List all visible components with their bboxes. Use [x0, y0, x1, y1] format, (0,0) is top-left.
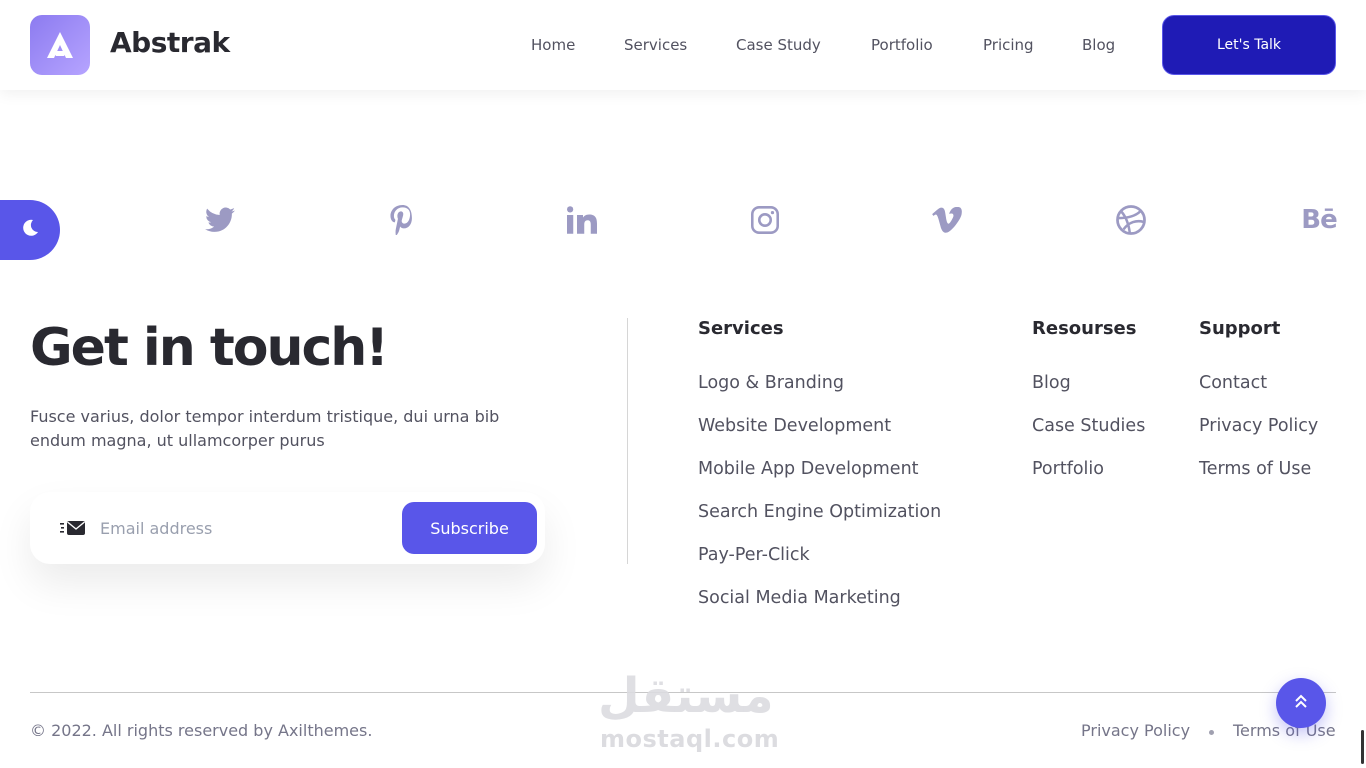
site-header: Abstrak Home Services Case Study Portfol…	[0, 0, 1366, 90]
logo-icon[interactable]	[30, 15, 90, 75]
services-link[interactable]: Social Media Marketing	[698, 588, 901, 608]
scroll-to-top-button[interactable]	[1276, 678, 1326, 728]
resources-link[interactable]: Portfolio	[1032, 459, 1104, 479]
pinterest-icon[interactable]	[382, 200, 422, 240]
support-link[interactable]: Contact	[1199, 373, 1267, 393]
newsletter-form: Subscribe	[30, 492, 545, 564]
resources-link[interactable]: Blog	[1032, 373, 1071, 393]
nav-home[interactable]: Home	[531, 36, 575, 54]
instagram-icon[interactable]	[745, 200, 785, 240]
envelope-icon	[60, 520, 86, 540]
services-link[interactable]: Mobile App Development	[698, 459, 919, 479]
twitter-icon[interactable]	[200, 200, 240, 240]
linkedin-icon[interactable]	[562, 200, 602, 240]
dribbble-icon[interactable]	[1111, 200, 1151, 240]
watermark-arabic: مستقل	[598, 668, 774, 724]
copyright-text: © 2022. All rights reserved by Axiltheme…	[30, 721, 373, 740]
behance-icon[interactable]: Bē	[1298, 200, 1340, 240]
separator-dot	[1209, 730, 1214, 735]
lets-talk-button[interactable]: Let's Talk	[1162, 15, 1336, 75]
services-heading: Services	[698, 318, 784, 339]
contact-title: Get in touch!	[30, 318, 389, 378]
nav-case-study[interactable]: Case Study	[736, 36, 821, 54]
services-link[interactable]: Pay-Per-Click	[698, 545, 810, 565]
resources-link[interactable]: Case Studies	[1032, 416, 1145, 436]
moon-icon	[20, 218, 40, 242]
support-link[interactable]: Terms of Use	[1199, 459, 1311, 479]
nav-blog[interactable]: Blog	[1082, 36, 1115, 54]
double-chevron-up-icon	[1294, 693, 1308, 713]
services-link[interactable]: Logo & Branding	[698, 373, 844, 393]
contact-description: Fusce varius, dolor tempor interdum tris…	[30, 407, 500, 450]
resources-heading: Resourses	[1032, 318, 1137, 339]
email-field[interactable]	[100, 512, 390, 544]
watermark-latin: mostaql.com	[600, 725, 780, 753]
brand-name[interactable]: Abstrak	[110, 26, 230, 59]
services-link[interactable]: Search Engine Optimization	[698, 502, 941, 522]
nav-pricing[interactable]: Pricing	[983, 36, 1034, 54]
footer-terms-link[interactable]: Terms of Use	[1233, 721, 1336, 740]
services-link[interactable]: Website Development	[698, 416, 891, 436]
divider	[627, 318, 628, 564]
vimeo-icon[interactable]	[927, 200, 967, 240]
nav-portfolio[interactable]: Portfolio	[871, 36, 933, 54]
behance-label: Bē	[1301, 205, 1337, 235]
footer-privacy-link[interactable]: Privacy Policy	[1081, 721, 1190, 740]
support-heading: Support	[1199, 318, 1281, 339]
subscribe-button[interactable]: Subscribe	[402, 502, 537, 554]
scrollbar[interactable]	[1361, 730, 1364, 764]
dark-mode-toggle[interactable]	[0, 200, 60, 260]
support-link[interactable]: Privacy Policy	[1199, 416, 1318, 436]
nav-services[interactable]: Services	[624, 36, 687, 54]
